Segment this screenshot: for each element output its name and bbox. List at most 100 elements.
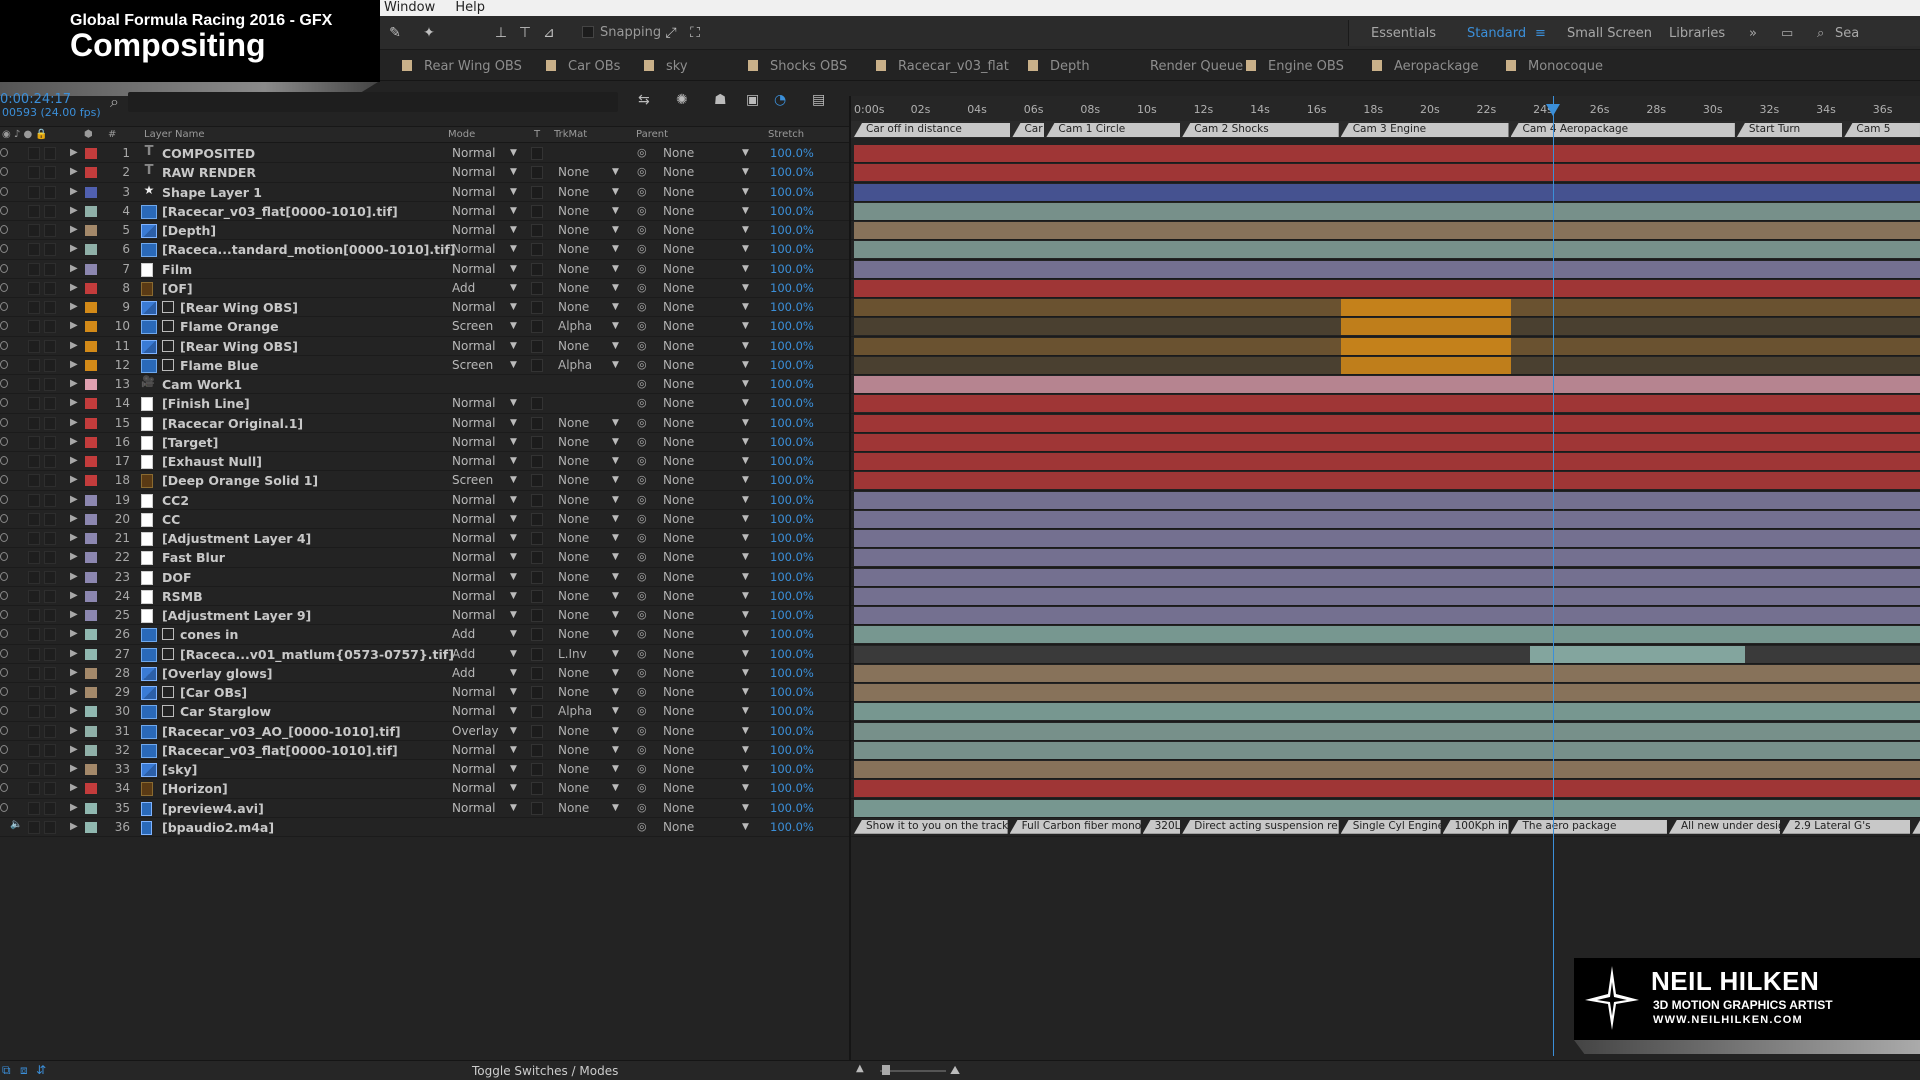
preserve-transparency-checkbox[interactable] [531,185,543,199]
layer-mode[interactable]: Normal [452,762,495,776]
preserve-transparency-checkbox[interactable] [531,262,543,276]
parent-dropdown-icon[interactable]: ▼ [742,533,749,543]
expand-layer-icon[interactable]: ▶ [70,686,78,697]
layer-row[interactable]: ▶ 13 🎥 Cam Work1 ◎ None ▼ 100.0% [0,375,850,395]
preserve-transparency-checkbox[interactable] [531,281,543,295]
trkmat-dropdown-icon[interactable]: ▼ [612,687,619,697]
preserve-transparency-checkbox[interactable] [531,782,543,796]
layer-parent[interactable]: None [663,185,694,199]
layer-name[interactable]: RSMB [162,589,203,604]
lock-switch[interactable] [44,782,56,796]
layer-label-color[interactable] [85,821,97,833]
preserve-transparency-checkbox[interactable] [531,243,543,257]
column-stretch[interactable]: Stretch [768,129,804,140]
layer-trkmat[interactable]: None [558,724,589,738]
layer-mode[interactable]: Screen [452,473,493,487]
layer-trkmat[interactable]: Alpha [558,358,592,372]
mode-dropdown-icon[interactable]: ▼ [510,629,517,639]
visibility-eye-icon[interactable] [0,398,8,408]
lock-switch[interactable] [44,416,56,430]
trkmat-dropdown-icon[interactable]: ▼ [612,726,619,736]
workspace-small-screen[interactable]: Small Screen [1567,26,1652,41]
layer-name[interactable]: [Racecar_v03_AO_[0000-1010].tif] [162,724,401,739]
preserve-transparency-checkbox[interactable] [531,589,543,603]
visibility-eye-icon[interactable] [0,687,8,696]
layer-label-color[interactable] [85,475,97,487]
layer-name[interactable]: [Raceca...tandard_motion[0000-1010].tif] [162,242,456,257]
mode-dropdown-icon[interactable]: ▼ [510,533,517,543]
lock-switch[interactable] [44,647,56,661]
layer-parent[interactable]: None [663,377,694,391]
layer-trkmat[interactable]: None [558,627,589,641]
layer-row[interactable]: ▶ 20 CC Normal ▼ None ▼ ◎ None ▼ 100.0% [0,510,850,529]
trkmat-dropdown-icon[interactable]: ▼ [612,321,619,331]
layer-duration-bar[interactable] [854,183,1920,201]
pick-whip-icon[interactable]: ◎ [637,377,647,390]
layer-name[interactable]: RAW RENDER [162,165,256,180]
layer-stretch[interactable]: 100.0% [770,242,814,256]
parent-dropdown-icon[interactable]: ▼ [742,552,749,562]
layer-duration-bar[interactable] [854,491,1920,509]
layer-row[interactable]: ▶ 11 [Rear Wing OBS] Normal ▼ None ▼ ◎ None ▼ 100.… [0,337,850,356]
column-layer-name[interactable]: Layer Name [144,129,205,140]
pick-whip-icon[interactable]: ◎ [637,262,647,275]
layer-duration-bar[interactable] [854,202,1920,220]
mode-dropdown-icon[interactable]: ▼ [510,610,517,620]
visibility-eye-icon[interactable] [0,359,8,369]
visibility-eye-icon[interactable] [0,494,8,504]
menu-window[interactable]: Window [380,0,447,15]
layer-parent[interactable]: None [663,589,694,603]
parent-dropdown-icon[interactable]: ▼ [742,726,749,736]
layer-stretch[interactable]: 100.0% [770,704,814,718]
expand-layer-icon[interactable]: ▶ [70,821,78,832]
layer-mode[interactable]: Normal [452,242,495,256]
layer-name[interactable]: [Adjustment Layer 4] [162,531,311,546]
preserve-transparency-checkbox[interactable] [531,455,543,468]
layer-parent[interactable]: None [663,820,694,834]
comp-mini-flowchart-icon[interactable]: ⇆ [638,92,650,108]
lock-switch[interactable] [44,262,56,276]
layer-name[interactable]: [Racecar_v03_flat[0000-1010].tif] [162,743,398,758]
visibility-eye-icon[interactable] [0,436,8,446]
layer-stretch[interactable]: 100.0% [770,724,814,738]
layer-label-color[interactable] [85,321,97,333]
layer-duration-bar[interactable] [854,741,1920,759]
layer-parent[interactable]: None [663,262,694,276]
layer-trkmat[interactable]: None [558,242,589,256]
expand-layer-icon[interactable]: ▶ [70,648,78,659]
pick-whip-icon[interactable]: ◎ [637,396,647,409]
layer-stretch[interactable]: 100.0% [770,262,814,276]
expand-layer-icon[interactable]: ▶ [70,474,78,485]
pick-whip-icon[interactable]: ◎ [637,242,647,255]
layer-trkmat[interactable]: None [558,223,589,237]
expand-layer-icon[interactable]: ▶ [70,320,78,331]
layer-name[interactable]: [Depth] [162,223,216,238]
lock-switch[interactable] [44,666,56,680]
visibility-eye-icon[interactable] [0,417,8,427]
trkmat-dropdown-icon[interactable]: ▼ [612,495,619,505]
pick-whip-icon[interactable]: ◎ [637,454,647,467]
layer-label-color[interactable] [85,610,97,621]
layer-active-bar[interactable] [1340,299,1511,316]
parent-dropdown-icon[interactable]: ▼ [742,360,749,370]
layer-stretch[interactable]: 100.0% [770,435,814,449]
pick-whip-icon[interactable]: ◎ [637,550,647,563]
layer-label-color[interactable] [85,552,97,564]
expand-layer-icon[interactable]: ▶ [70,513,78,524]
layer-name[interactable]: COMPOSITED [162,146,255,161]
layer-name[interactable]: cones in [180,627,238,642]
trkmat-dropdown-icon[interactable]: ▼ [612,649,619,659]
layer-name[interactable]: [preview4.avi] [162,801,264,816]
visibility-eye-icon[interactable] [0,340,8,350]
layer-marker[interactable]: 100Kph in 3. [1442,819,1509,834]
visibility-eye-icon[interactable] [0,244,8,254]
preserve-transparency-checkbox[interactable] [531,801,543,815]
layer-duration-bar[interactable] [854,684,1920,701]
layer-duration-bar[interactable] [854,510,1920,528]
parent-dropdown-icon[interactable]: ▼ [742,572,749,582]
trkmat-dropdown-icon[interactable]: ▼ [612,283,619,293]
layer-row[interactable]: ▶ 10 Flame Orange Screen ▼ Alpha ▼ ◎ None ▼ 100.0% [0,317,850,337]
layer-marker[interactable]: The aero package [1510,819,1667,834]
solo-switch[interactable] [28,301,40,314]
visibility-eye-icon[interactable] [0,590,8,600]
